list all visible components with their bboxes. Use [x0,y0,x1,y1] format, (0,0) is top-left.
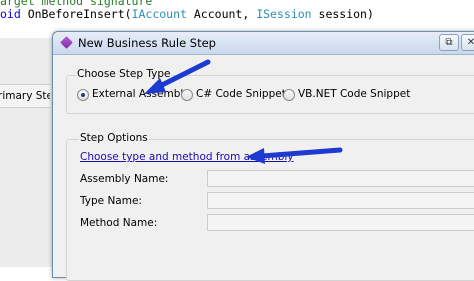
assembly-name-input[interactable] [207,170,474,187]
close-button[interactable]: ✕ [461,34,474,51]
code-type-isession: ISession [256,7,312,21]
tab-primary-steps[interactable]: rimary Steps [0,84,50,108]
choose-type-method-link[interactable]: Choose type and method from assembly [80,151,294,163]
type-name-input[interactable] [207,192,474,209]
code-type-iaccount: IAccount [131,7,187,21]
assembly-name-label: Assembly Name: [80,173,169,185]
restore-button[interactable]: ⧉ [439,34,459,51]
method-name-label: Method Name: [80,217,158,229]
code-arg-session: session) [311,7,374,21]
left-panel: rimary Steps [0,38,53,267]
step-options-title: Step Options [79,132,149,144]
code-method: OnBeforeInsert( [20,7,132,21]
code-arg-account: Account, [186,7,257,21]
new-business-rule-step-dialog: New Business Rule Step ⧉ ✕ Choose Step T… [52,31,474,281]
radio-label: VB.NET Code Snippet [298,88,411,100]
method-name-input[interactable] [207,214,474,231]
radio-button-selected[interactable] [77,89,89,101]
dialog-titlebar[interactable]: New Business Rule Step ⧉ ✕ [53,32,474,55]
type-name-label: Type Name: [80,195,142,207]
radio-button[interactable] [181,89,193,101]
step-type-title: Choose Step Type [76,68,172,80]
radio-label: External Assembly [92,88,190,100]
radio-label: C# Code Snippet [196,88,286,100]
radio-button[interactable] [283,89,295,101]
dialog-title: New Business Rule Step [78,36,216,50]
code-signature-line: oid OnBeforeInsert(IAccount Account, ISe… [0,7,374,21]
code-keyword: oid [0,7,21,21]
rule-step-icon [60,36,73,49]
